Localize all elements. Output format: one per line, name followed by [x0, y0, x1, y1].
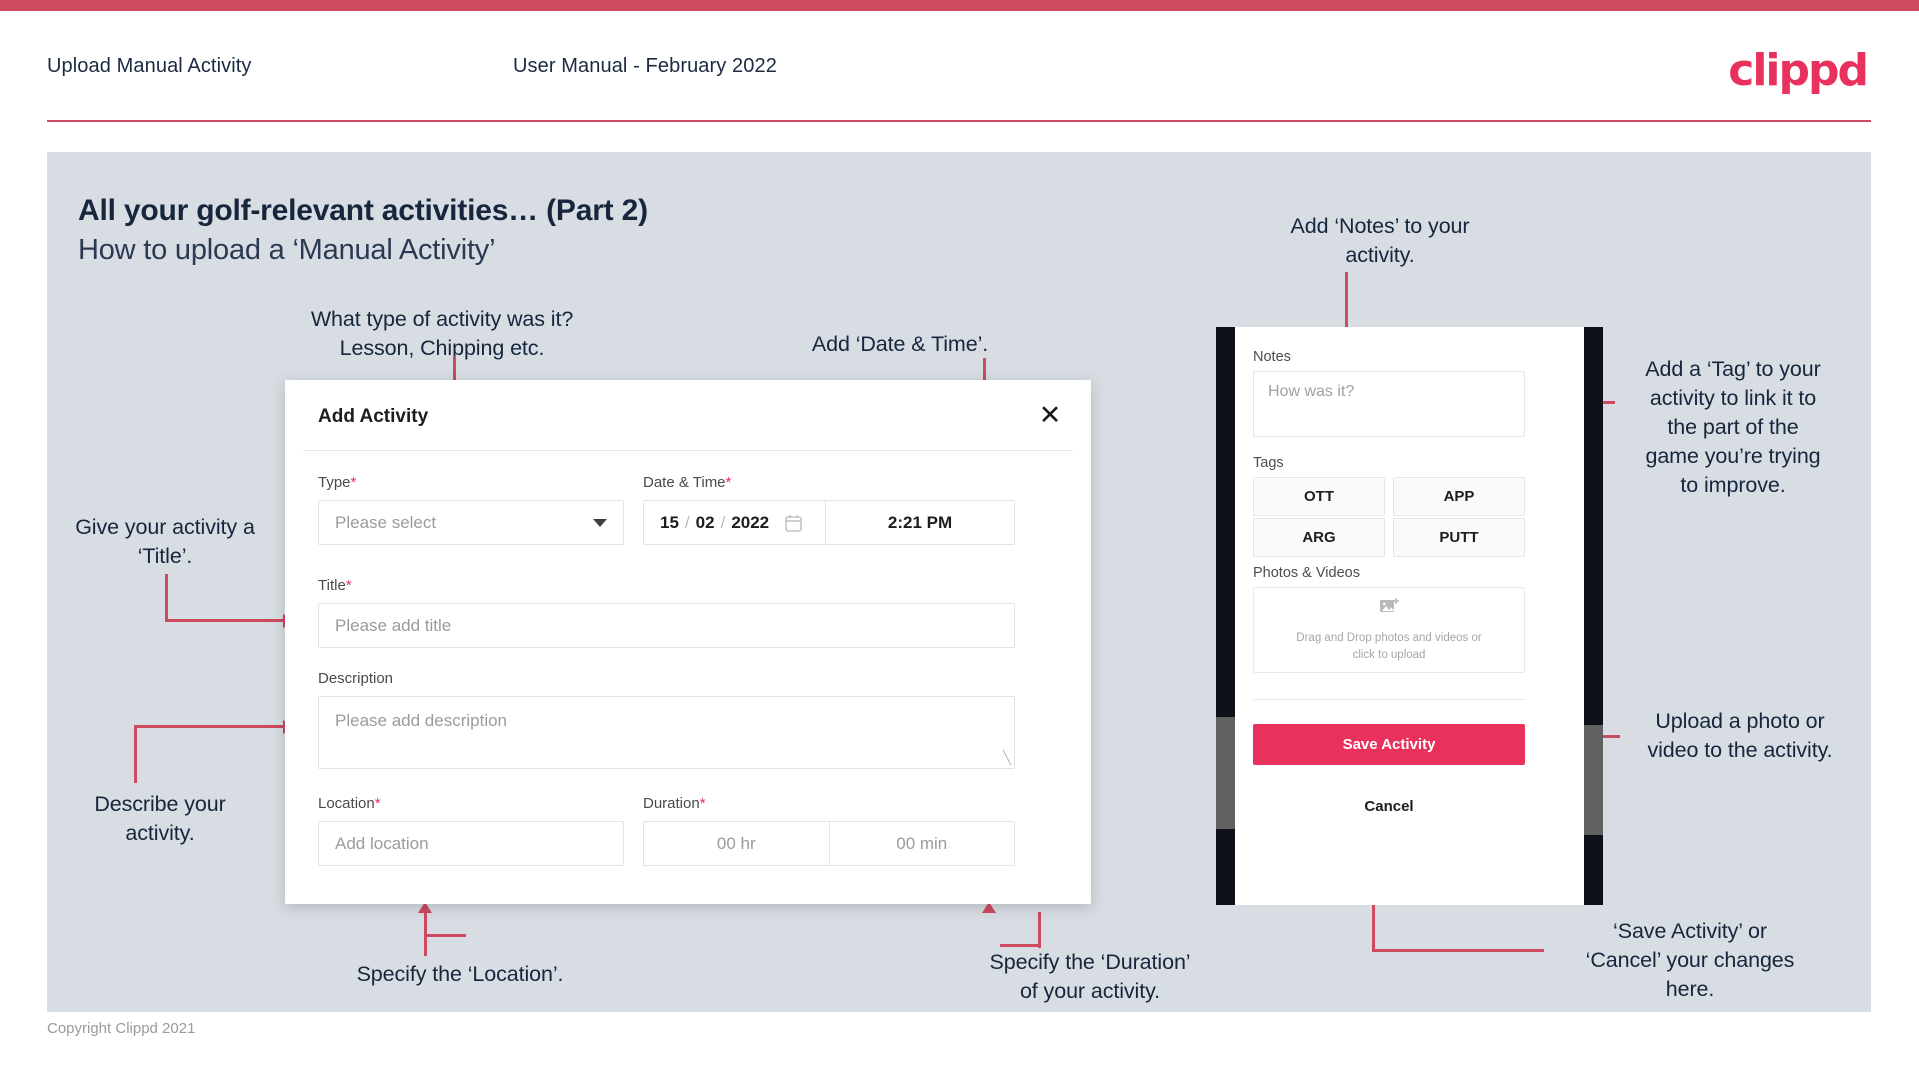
tag-app[interactable]: APP: [1393, 477, 1525, 516]
annotation-save: ‘Save Activity’ or ‘Cancel’ your changes…: [1585, 919, 1795, 1001]
type-select-placeholder: Please select: [335, 512, 437, 532]
save-activity-button[interactable]: Save Activity: [1253, 724, 1525, 765]
duration-minutes[interactable]: 00 min: [828, 822, 1015, 865]
title-label: Title*: [318, 577, 352, 594]
annotation-tags: Add a ‘Tag’ to your activity to link it …: [1645, 357, 1821, 497]
type-select[interactable]: Please select: [318, 500, 624, 545]
top-accent-bar: [0, 0, 1919, 11]
leader-desc-h: [134, 725, 286, 728]
description-label: Description: [318, 670, 394, 687]
annotation-description: Describe your activity.: [94, 792, 226, 845]
resize-grip-icon[interactable]: ╲: [1003, 750, 1011, 766]
add-activity-dialog: Add Activity ✕ Type* Please select Date …: [285, 380, 1091, 904]
date-day: 15: [660, 512, 679, 532]
phone-divider: [1253, 699, 1525, 700]
date-sep-2: /: [720, 512, 726, 532]
tag-ott[interactable]: OTT: [1253, 477, 1385, 516]
dropzone-text: Drag and Drop photos and videos or click…: [1296, 631, 1482, 661]
duration-label: Duration*: [643, 795, 706, 812]
chevron-down-icon: [593, 518, 607, 527]
type-label: Type*: [318, 474, 356, 491]
description-placeholder: Please add description: [335, 711, 508, 730]
calendar-icon[interactable]: [785, 514, 802, 532]
photo-dropzone[interactable]: Drag and Drop photos and videos or click…: [1253, 587, 1525, 673]
time-input[interactable]: 2:21 PM: [825, 500, 1015, 545]
location-input[interactable]: Add location: [318, 821, 624, 866]
header-divider: [47, 120, 1871, 122]
description-textarea[interactable]: Please add description ╲: [318, 696, 1015, 769]
annotation-upload: Upload a photo or video to the activity.: [1647, 709, 1833, 762]
tag-arg[interactable]: ARG: [1253, 518, 1385, 557]
location-label-text: Location: [318, 795, 375, 812]
location-label: Location*: [318, 795, 381, 812]
page-header: Upload Manual Activity User Manual - Feb…: [0, 11, 1919, 126]
cancel-button[interactable]: Cancel: [1253, 798, 1525, 815]
title-input[interactable]: Please add title: [318, 603, 1015, 648]
leader-dur-v: [1038, 912, 1041, 948]
copyright-footer: Copyright Clippd 2021: [47, 1020, 196, 1037]
annotation-location: Specify the ‘Location’.: [356, 962, 564, 986]
duration-hours[interactable]: 00 hr: [644, 822, 829, 865]
duration-required-asterisk: *: [699, 795, 706, 812]
date-month: 02: [695, 512, 715, 532]
date-year: 2022: [731, 512, 770, 532]
datetime-label: Date & Time*: [643, 474, 731, 491]
date-sep-1: /: [684, 512, 690, 532]
title-label-text: Title: [318, 577, 346, 594]
page-root: Upload Manual Activity User Manual - Feb…: [0, 0, 1919, 1079]
slide-heading: All your golf-relevant activities… (Part…: [78, 194, 648, 227]
leader-dur-h: [1000, 944, 1040, 947]
dialog-divider: [303, 450, 1073, 451]
leader-loc-h: [424, 934, 466, 937]
annotation-type: What type of activity was it? Lesson, Ch…: [310, 307, 574, 360]
leader-save-h: [1372, 949, 1544, 952]
datetime-label-text: Date & Time: [643, 474, 726, 491]
page-title: Upload Manual Activity: [47, 55, 252, 77]
duration-input: 00 hr 00 min: [643, 821, 1015, 866]
leader-notes-v: [1345, 272, 1348, 334]
photos-label: Photos & Videos: [1253, 565, 1360, 581]
type-label-text: Type: [318, 474, 351, 491]
add-image-icon: [1379, 597, 1400, 621]
close-icon[interactable]: ✕: [1033, 398, 1067, 432]
clippd-logo: clippd: [1728, 45, 1869, 96]
notes-label: Notes: [1253, 349, 1291, 365]
phone-screen: Notes How was it? Tags OTT APP ARG PUTT …: [1235, 327, 1584, 905]
duration-label-text: Duration: [643, 795, 700, 812]
annotation-datetime: Add ‘Date & Time’.: [811, 332, 989, 356]
tag-putt[interactable]: PUTT: [1393, 518, 1525, 557]
annotation-notes: Add ‘Notes’ to your activity.: [1290, 214, 1470, 267]
phone-volume-button-left: [1216, 717, 1235, 829]
leader-title-v: [165, 574, 168, 622]
title-required-asterisk: *: [345, 577, 352, 594]
datetime-required-asterisk: *: [725, 474, 732, 491]
page-subtitle: User Manual - February 2022: [513, 55, 777, 77]
dialog-title: Add Activity: [318, 406, 429, 427]
leader-title-h: [165, 619, 285, 622]
type-required-asterisk: *: [350, 474, 357, 491]
annotation-title: Give your activity a ‘Title’.: [75, 515, 255, 568]
annotation-duration: Specify the ‘Duration’ of your activity.: [989, 950, 1191, 1003]
notes-input[interactable]: How was it?: [1253, 371, 1525, 437]
phone-mockup: Notes How was it? Tags OTT APP ARG PUTT …: [1216, 327, 1603, 905]
location-required-asterisk: *: [374, 795, 381, 812]
slide-subheading: How to upload a ‘Manual Activity’: [78, 234, 496, 266]
date-input[interactable]: 15 / 02 / 2022: [643, 500, 826, 545]
tags-label: Tags: [1253, 455, 1284, 471]
phone-volume-button-right: [1584, 725, 1603, 835]
leader-desc-v: [134, 725, 137, 783]
